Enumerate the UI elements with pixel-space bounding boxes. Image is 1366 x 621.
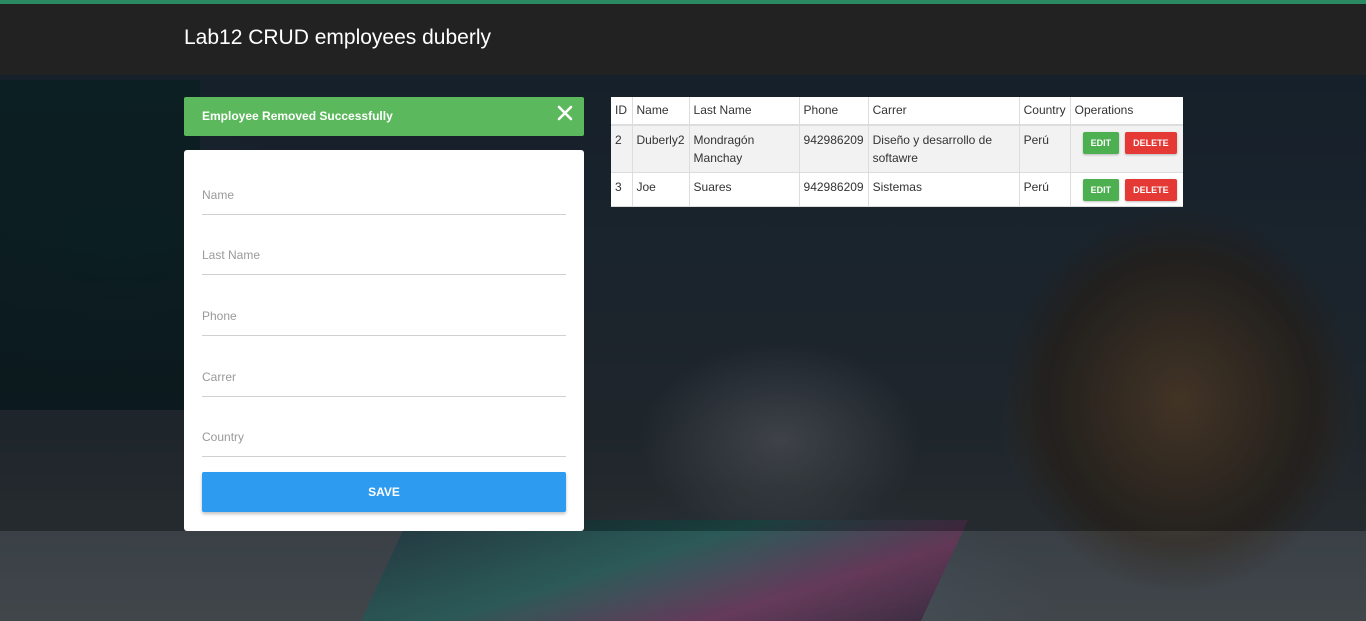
close-icon[interactable]: [556, 104, 574, 122]
save-button[interactable]: SAVE: [202, 472, 566, 512]
cell-country: Perú: [1019, 125, 1071, 173]
edit-button[interactable]: EDIT: [1082, 179, 1120, 201]
column-header-id: ID: [611, 97, 633, 125]
column-header-country: Country: [1019, 97, 1071, 125]
country-field: [202, 417, 566, 457]
navbar: Lab12 CRUD employees duberly: [0, 4, 1366, 75]
cell-phone: 942986209: [799, 125, 869, 173]
cell-last-name: Suares: [689, 172, 800, 207]
cell-operations: EDIT DELETE: [1070, 173, 1183, 207]
phone-input[interactable]: [202, 296, 566, 335]
phone-field: [202, 296, 566, 336]
column-header-last-name: Last Name: [689, 97, 800, 125]
employees-table: ID Name Last Name Phone Carrer Country O…: [611, 97, 1183, 207]
column-header-phone: Phone: [799, 97, 869, 125]
delete-button[interactable]: DELETE: [1125, 179, 1177, 201]
carrer-input[interactable]: [202, 357, 566, 396]
table-row: 3 Joe Suares 942986209 Sistemas Perú EDI…: [611, 172, 1183, 207]
cell-country: Perú: [1019, 172, 1071, 207]
edit-button[interactable]: EDIT: [1082, 132, 1120, 154]
cell-name: Joe: [632, 172, 690, 207]
cell-id: 3: [611, 172, 633, 207]
table-row: 2 Duberly2 Mondragón Manchay 942986209 D…: [611, 125, 1183, 173]
cell-phone: 942986209: [799, 172, 869, 207]
name-field: [202, 175, 566, 215]
table-header-row: ID Name Last Name Phone Carrer Country O…: [611, 97, 1183, 125]
last-name-input[interactable]: [202, 235, 566, 274]
alert-message: Employee Removed Successfully: [202, 109, 393, 123]
column-header-carrer: Carrer: [868, 97, 1020, 125]
cell-name: Duberly2: [632, 125, 690, 173]
cell-carrer: Sistemas: [868, 172, 1020, 207]
footer-overlay: [0, 531, 1366, 621]
carrer-field: [202, 357, 566, 397]
employee-form: SAVE: [184, 150, 584, 531]
delete-button[interactable]: DELETE: [1125, 132, 1177, 154]
cell-id: 2: [611, 125, 633, 173]
name-input[interactable]: [202, 175, 566, 214]
country-input[interactable]: [202, 417, 566, 456]
last-name-field: [202, 235, 566, 275]
success-alert: Employee Removed Successfully: [184, 97, 584, 136]
cell-last-name: Mondragón Manchay: [689, 125, 800, 173]
page-title: Lab12 CRUD employees duberly: [184, 26, 491, 49]
column-header-operations: Operations: [1074, 103, 1134, 117]
column-header-name: Name: [632, 97, 690, 125]
cell-carrer: Diseño y desarrollo de softawre: [868, 125, 1020, 173]
cell-operations: EDIT DELETE: [1070, 125, 1183, 173]
